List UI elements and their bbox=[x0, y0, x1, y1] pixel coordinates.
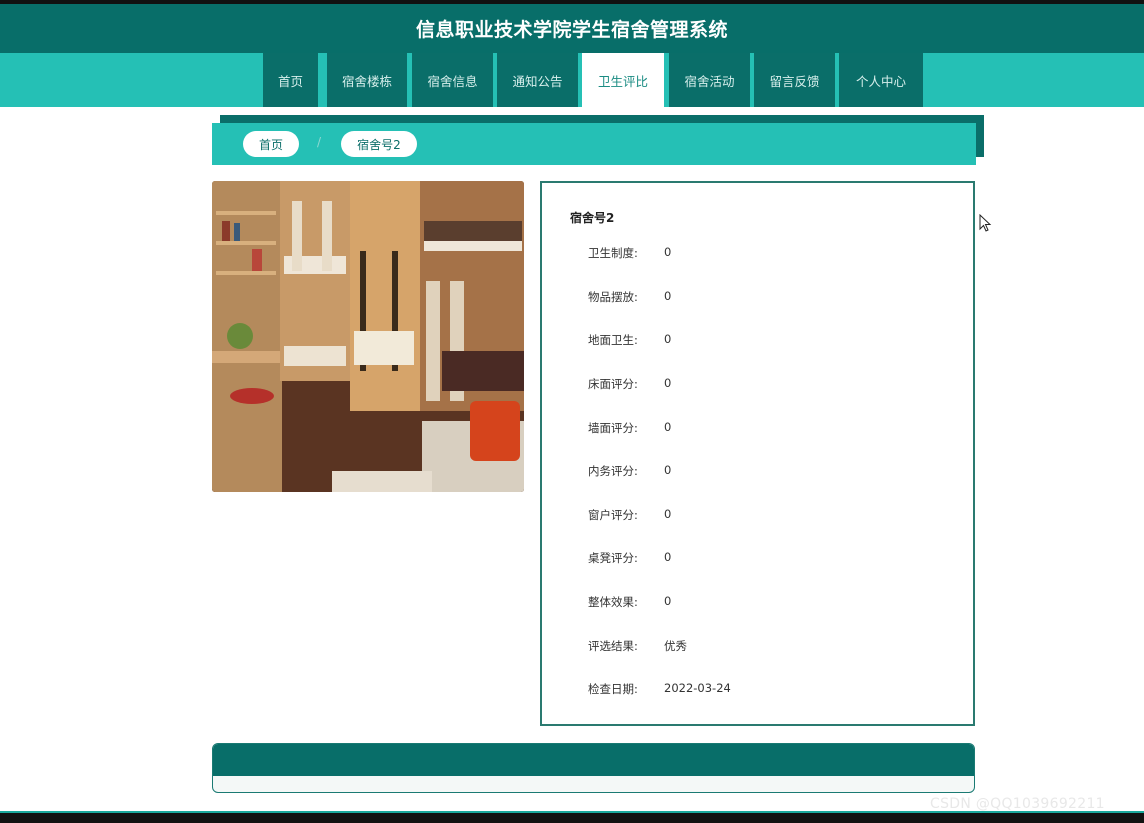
field-value: 0 bbox=[664, 376, 672, 390]
field-value: 0 bbox=[664, 594, 672, 608]
page-footer bbox=[212, 743, 975, 793]
field-desk-score: 桌凳评分: 0 bbox=[542, 550, 973, 570]
watermark: CSDN @QQ1039692211 bbox=[930, 796, 1105, 812]
field-value: 0 bbox=[664, 550, 672, 564]
nav-feedback[interactable]: 留言反馈 bbox=[754, 53, 835, 107]
field-value: 0 bbox=[664, 245, 672, 259]
field-label: 物品摆放: bbox=[588, 290, 638, 304]
field-overall-effect: 整体效果: 0 bbox=[542, 594, 973, 614]
breadcrumb-separator: / bbox=[317, 135, 322, 149]
site-title: 信息职业技术学院学生宿舍管理系统 bbox=[415, 19, 728, 41]
site-header: 信息职业技术学院学生宿舍管理系统 bbox=[0, 4, 1144, 53]
field-value: 0 bbox=[664, 507, 672, 521]
field-label: 窗户评分: bbox=[588, 508, 638, 522]
field-label: 整体效果: bbox=[588, 595, 638, 609]
breadcrumb-current: 宿舍号2 bbox=[341, 131, 417, 157]
main-nav: 首页 宿舍楼栋 宿舍信息 通知公告 卫生评比 宿舍活动 留言反馈 个人中心 bbox=[0, 53, 1144, 107]
field-label: 内务评分: bbox=[588, 464, 638, 478]
field-value: 0 bbox=[664, 463, 672, 477]
footer-bar bbox=[213, 744, 974, 776]
window-bottom-edge bbox=[0, 811, 1144, 823]
field-label: 地面卫生: bbox=[588, 333, 638, 347]
field-label: 卫生制度: bbox=[588, 246, 638, 260]
field-housekeeping-score: 内务评分: 0 bbox=[542, 463, 973, 483]
nav-notices[interactable]: 通知公告 bbox=[497, 53, 578, 107]
field-bed-score: 床面评分: 0 bbox=[542, 376, 973, 396]
breadcrumb: 首页 / 宿舍号2 bbox=[212, 123, 976, 165]
field-label: 桌凳评分: bbox=[588, 551, 638, 565]
nav-hygiene-rating[interactable]: 卫生评比 bbox=[582, 53, 664, 107]
field-wall-score: 墙面评分: 0 bbox=[542, 420, 973, 440]
field-label: 床面评分: bbox=[588, 377, 638, 391]
field-value: 优秀 bbox=[664, 639, 687, 653]
breadcrumb-home[interactable]: 首页 bbox=[243, 131, 299, 157]
field-item-placement: 物品摆放: 0 bbox=[542, 289, 973, 309]
field-value: 0 bbox=[664, 332, 672, 346]
nav-dorm-buildings[interactable]: 宿舍楼栋 bbox=[327, 53, 407, 107]
rating-detail-card: 宿舍号2 卫生制度: 0 物品摆放: 0 地面卫生: 0 床面评分: 0 墙面评… bbox=[540, 181, 975, 726]
field-label: 评选结果: bbox=[588, 639, 638, 653]
mouse-cursor-icon bbox=[979, 214, 992, 232]
field-value: 0 bbox=[664, 420, 672, 434]
nav-dorm-activities[interactable]: 宿舍活动 bbox=[669, 53, 750, 107]
field-window-score: 窗户评分: 0 bbox=[542, 507, 973, 527]
field-selection-result: 评选结果: 优秀 bbox=[542, 638, 973, 658]
nav-personal-center[interactable]: 个人中心 bbox=[839, 53, 923, 107]
dorm-room-photo bbox=[212, 181, 524, 492]
field-hygiene-rules: 卫生制度: 0 bbox=[542, 245, 973, 265]
field-floor-hygiene: 地面卫生: 0 bbox=[542, 332, 973, 352]
field-value: 0 bbox=[664, 289, 672, 303]
field-label: 墙面评分: bbox=[588, 421, 638, 435]
nav-dorm-info[interactable]: 宿舍信息 bbox=[412, 53, 493, 107]
field-label: 检查日期: bbox=[588, 682, 638, 696]
detail-title: 宿舍号2 bbox=[570, 211, 615, 225]
field-inspection-date: 检查日期: 2022-03-24 bbox=[542, 681, 973, 701]
field-value: 2022-03-24 bbox=[664, 681, 731, 695]
nav-home[interactable]: 首页 bbox=[263, 53, 318, 107]
